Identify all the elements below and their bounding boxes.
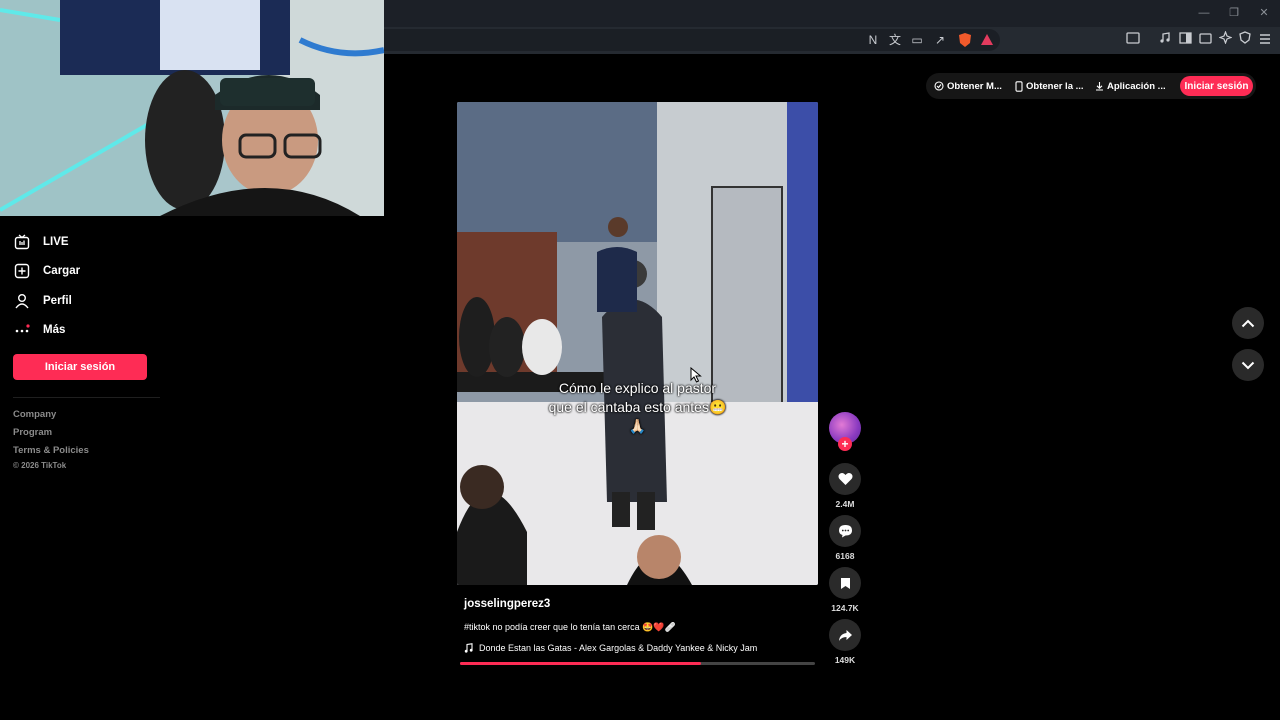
share-arrow-icon [838, 629, 852, 641]
pill-label: Obtener M... [947, 80, 1002, 92]
pill-label: Aplicación ... [1107, 80, 1166, 92]
reader-mode-icon[interactable]: N [864, 31, 882, 49]
profile-icon [14, 293, 30, 309]
sidebar-icon[interactable] [1176, 31, 1194, 49]
cast-icon[interactable]: ▭ [908, 31, 926, 49]
heart-icon [838, 472, 852, 485]
leo-ai-icon[interactable] [1216, 30, 1234, 49]
webcam-overlay [0, 0, 384, 216]
media-icon[interactable] [1156, 31, 1174, 49]
chevron-down-icon [1241, 361, 1255, 369]
get-app-button[interactable]: Obtener la ... [1015, 73, 1084, 99]
sidebar-item-live[interactable]: LIVE [14, 231, 69, 253]
footer-link-program[interactable]: Program [13, 427, 52, 438]
chevron-up-icon [1241, 319, 1255, 327]
music-note-icon [464, 643, 473, 653]
author-username[interactable]: josselingperez3 [464, 598, 550, 610]
caption-line: 🙏🏻 [628, 418, 647, 434]
more-icon [14, 322, 30, 338]
caption-line: que el cantaba esto antes😬 [548, 399, 727, 415]
comment-button[interactable] [829, 515, 861, 547]
music-title: Donde Estan las Gatas - Alex Gargolas & … [479, 643, 758, 653]
download-icon [1096, 82, 1103, 91]
brave-rewards-icon[interactable] [978, 31, 996, 49]
live-icon [14, 234, 30, 250]
save-count: 124.7K [831, 603, 859, 613]
sidebar-login-button[interactable]: Iniciar sesión [13, 354, 147, 380]
maximize-button[interactable]: ❐ [1224, 4, 1244, 22]
coin-icon [934, 81, 944, 91]
copyright-text: © 2026 TikTok [13, 461, 67, 470]
brave-shield-icon[interactable] [956, 31, 974, 49]
upload-icon [14, 263, 30, 279]
comment-icon [838, 525, 852, 538]
footer-link-terms[interactable]: Terms & Policies [13, 445, 89, 456]
screenshot-icon[interactable] [1124, 31, 1142, 49]
sidebar-item-label: LIVE [43, 236, 69, 248]
save-button[interactable] [829, 567, 861, 599]
sidebar-item-more[interactable]: Más [14, 319, 65, 341]
follow-plus-icon[interactable]: + [838, 437, 852, 451]
comment-count: 6168 [835, 551, 855, 561]
close-button[interactable]: ✕ [1254, 4, 1274, 22]
like-count: 2.4M [835, 499, 855, 509]
music-info[interactable]: Donde Estan las Gatas - Alex Gargolas & … [464, 643, 757, 653]
vpn-shield-icon[interactable] [1236, 31, 1254, 49]
video-description: #tiktok no podía creer que lo tenía tan … [464, 622, 676, 632]
caption-line: Cómo le explico al pastor [558, 380, 717, 396]
share-count: 149K [834, 655, 856, 665]
pill-label: Obtener la ... [1026, 80, 1084, 92]
sidebar-item-label: Perfil [43, 295, 72, 307]
sidebar-item-profile[interactable]: Perfil [14, 290, 72, 312]
sidebar-item-upload[interactable]: Cargar [14, 260, 80, 282]
translate-icon[interactable]: 文 [886, 31, 904, 49]
sidebar-item-label: Más [43, 324, 66, 336]
menu-icon[interactable] [1256, 31, 1274, 49]
mouse-cursor-icon [690, 366, 702, 388]
minimize-button[interactable]: — [1194, 4, 1214, 22]
video-player[interactable] [457, 102, 818, 585]
footer-link-company[interactable]: Company [13, 409, 56, 420]
video-progress-fill [460, 662, 701, 665]
desktop-app-button[interactable]: Aplicación ... [1095, 73, 1166, 99]
share-button[interactable] [829, 619, 861, 651]
video-caption: Cómo le explico al pastor que el cantaba… [457, 379, 818, 436]
next-video-button[interactable] [1232, 349, 1264, 381]
bookmark-icon [840, 577, 850, 589]
get-coins-button[interactable]: Obtener M... [934, 73, 1002, 99]
share-icon[interactable]: ↗ [931, 31, 949, 49]
previous-video-button[interactable] [1232, 307, 1264, 339]
like-button[interactable] [829, 463, 861, 495]
sidebar-divider [13, 397, 160, 398]
phone-icon [1015, 80, 1023, 92]
wallet-icon[interactable] [1196, 31, 1214, 49]
top-login-button[interactable]: Iniciar sesión [1180, 76, 1253, 96]
sidebar-item-label: Cargar [43, 265, 81, 277]
